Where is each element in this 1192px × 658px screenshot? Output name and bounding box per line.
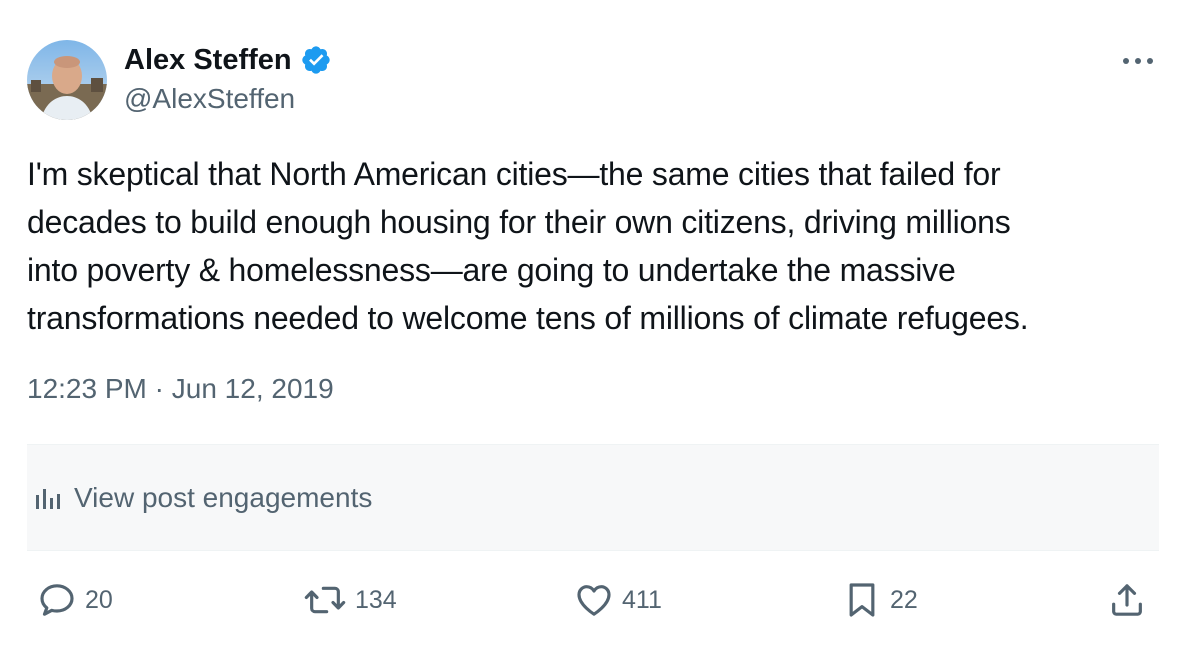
action-bar: 20 134 411 22 <box>27 570 1159 630</box>
view-engagements-button[interactable]: View post engagements <box>27 444 1159 551</box>
bookmark-icon <box>842 580 882 620</box>
timestamp-time[interactable]: 12:23 PM <box>27 373 147 404</box>
author-name-text[interactable]: Alex Steffen <box>124 42 292 78</box>
more-options-icon[interactable] <box>1120 46 1156 76</box>
reply-icon <box>37 580 77 620</box>
repost-count: 134 <box>355 585 397 614</box>
author-handle[interactable]: @AlexSteffen <box>124 82 295 116</box>
avatar-image <box>27 40 107 120</box>
tweet-card: Alex Steffen @AlexSteffen I'm skeptical … <box>0 0 1192 658</box>
share-icon <box>1107 580 1147 620</box>
bar-chart-icon <box>32 482 64 514</box>
author-name[interactable]: Alex Steffen <box>124 42 332 78</box>
bookmark-count: 22 <box>890 585 918 614</box>
timestamp-date[interactable]: Jun 12, 2019 <box>172 373 334 404</box>
reply-button[interactable]: 20 <box>37 570 113 630</box>
timestamp-separator: · <box>146 373 172 404</box>
view-engagements-label: View post engagements <box>74 481 373 513</box>
timestamp: 12:23 PM · Jun 12, 2019 <box>27 371 334 407</box>
repost-icon <box>303 580 347 620</box>
repost-button[interactable]: 134 <box>303 570 397 630</box>
heart-icon <box>574 580 614 620</box>
like-button[interactable]: 411 <box>574 570 662 630</box>
avatar[interactable] <box>27 40 107 120</box>
share-button[interactable] <box>1107 570 1147 630</box>
reply-count: 20 <box>85 585 113 614</box>
tweet-text: I'm skeptical that North American cities… <box>27 156 1029 336</box>
bookmark-button[interactable]: 22 <box>842 570 918 630</box>
like-count: 411 <box>622 585 662 614</box>
verified-badge-icon[interactable] <box>300 44 332 76</box>
